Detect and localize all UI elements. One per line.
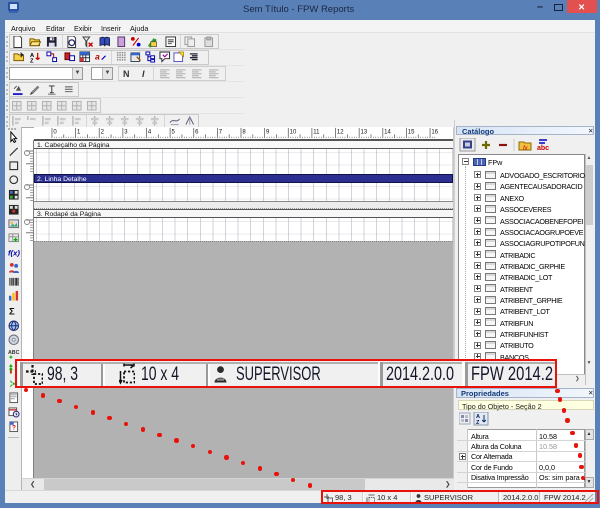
- svg-text:3: 3: [124, 129, 128, 135]
- svg-text:10: 10: [290, 129, 297, 135]
- svg-text:13: 13: [361, 129, 368, 135]
- svg-text:?: ?: [12, 425, 16, 432]
- svg-text:0: 0: [53, 129, 57, 135]
- svg-text:12: 12: [337, 129, 344, 135]
- svg-text:a: a: [95, 52, 100, 62]
- svg-text:abc: abc: [537, 145, 549, 152]
- svg-text:16: 16: [431, 129, 438, 135]
- svg-text:7: 7: [219, 129, 223, 135]
- svg-text:5: 5: [172, 129, 176, 135]
- svg-text:1: 1: [77, 129, 81, 135]
- svg-text:Z: Z: [30, 59, 34, 63]
- svg-text:9: 9: [266, 129, 270, 135]
- svg-text:ABC: ABC: [8, 350, 20, 356]
- svg-text:15: 15: [408, 129, 415, 135]
- svg-text:8: 8: [242, 129, 246, 135]
- svg-text:4: 4: [148, 129, 152, 135]
- svg-text:f(x): f(x): [8, 249, 20, 258]
- svg-text:2: 2: [101, 129, 105, 135]
- svg-text:11: 11: [313, 129, 320, 135]
- svg-text:6: 6: [195, 129, 199, 135]
- svg-text:14: 14: [384, 129, 391, 135]
- svg-text:Σ: Σ: [9, 307, 15, 317]
